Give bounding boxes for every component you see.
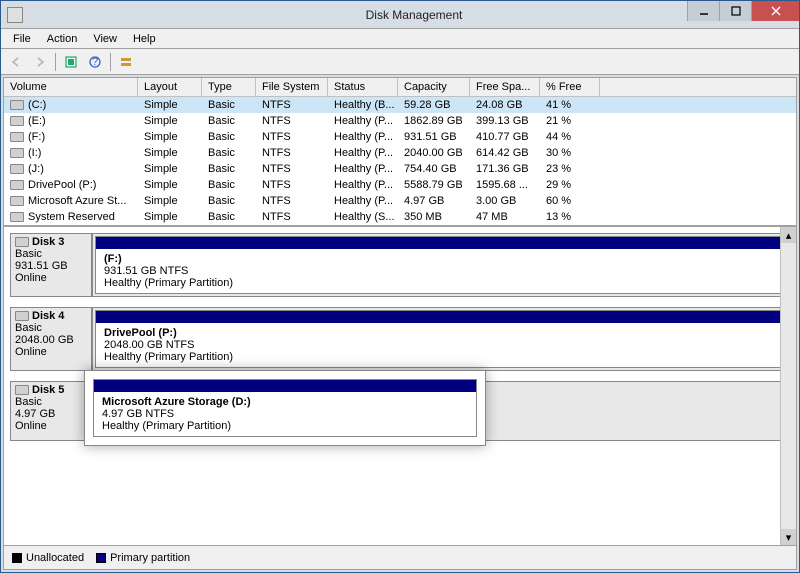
partition[interactable]: DrivePool (P:)2048.00 GB NTFSHealthy (Pr…: [95, 310, 787, 368]
close-button[interactable]: [751, 1, 799, 21]
legend-primary: Primary partition: [96, 552, 190, 564]
col-volume[interactable]: Volume: [4, 78, 138, 96]
menu-view[interactable]: View: [85, 31, 125, 47]
drive-icon: [10, 148, 24, 158]
vertical-scrollbar[interactable]: ▴ ▾: [780, 227, 796, 545]
table-row[interactable]: (I:)SimpleBasicNTFSHealthy (P...2040.00 …: [4, 145, 796, 161]
svg-text:?: ?: [92, 56, 98, 68]
col-layout[interactable]: Layout: [138, 78, 202, 96]
disk-partition-area[interactable]: (F:)931.51 GB NTFSHealthy (Primary Parti…: [92, 233, 790, 297]
col-capacity[interactable]: Capacity: [398, 78, 470, 96]
disk-row[interactable]: Disk 4Basic2048.00 GBOnlineDrivePool (P:…: [10, 307, 790, 371]
drive-icon: [10, 180, 24, 190]
legend: Unallocated Primary partition: [4, 545, 796, 569]
partition-title: Microsoft Azure Storage (D:): [102, 396, 468, 408]
legend-unallocated: Unallocated: [12, 552, 84, 564]
col-free[interactable]: Free Spa...: [470, 78, 540, 96]
refresh-button[interactable]: [60, 51, 82, 73]
table-row[interactable]: (F:)SimpleBasicNTFSHealthy (P...931.51 G…: [4, 129, 796, 145]
col-status[interactable]: Status: [328, 78, 398, 96]
maximize-button[interactable]: [719, 1, 751, 21]
disk-partition-area[interactable]: DrivePool (P:)2048.00 GB NTFSHealthy (Pr…: [92, 307, 790, 371]
content-area: Volume Layout Type File System Status Ca…: [3, 77, 797, 570]
settings-button[interactable]: [115, 51, 137, 73]
col-filesystem[interactable]: File System: [256, 78, 328, 96]
menu-file[interactable]: File: [5, 31, 39, 47]
menubar: File Action View Help: [1, 29, 799, 49]
disk-management-window: Disk Management File Action View Help ? …: [0, 0, 800, 573]
toolbar: ?: [1, 49, 799, 75]
menu-action[interactable]: Action: [39, 31, 86, 47]
app-icon: [7, 7, 23, 23]
help-button[interactable]: ?: [84, 51, 106, 73]
back-button[interactable]: [5, 51, 27, 73]
floating-partition-tooltip[interactable]: Microsoft Azure Storage (D:) 4.97 GB NTF…: [84, 370, 486, 446]
drive-icon: [10, 196, 24, 206]
scroll-up-icon[interactable]: ▴: [781, 227, 796, 243]
table-row[interactable]: (E:)SimpleBasicNTFSHealthy (P...1862.89 …: [4, 113, 796, 129]
drive-icon: [10, 164, 24, 174]
partition-status: Healthy (Primary Partition): [102, 420, 468, 432]
minimize-button[interactable]: [687, 1, 719, 21]
forward-button[interactable]: [29, 51, 51, 73]
titlebar[interactable]: Disk Management: [1, 1, 799, 29]
scroll-down-icon[interactable]: ▾: [781, 529, 796, 545]
disk-info: Disk 5Basic4.97 GBOnline: [10, 381, 92, 441]
col-pctfree[interactable]: % Free: [540, 78, 600, 96]
drive-icon: [10, 132, 24, 142]
swatch-unallocated: [12, 553, 22, 563]
table-row[interactable]: (C:)SimpleBasicNTFSHealthy (B...59.28 GB…: [4, 97, 796, 113]
drive-icon: [10, 212, 24, 222]
table-row[interactable]: Microsoft Azure St...SimpleBasicNTFSHeal…: [4, 193, 796, 209]
disk-info: Disk 4Basic2048.00 GBOnline: [10, 307, 92, 371]
menu-help[interactable]: Help: [125, 31, 164, 47]
window-title: Disk Management: [29, 8, 799, 22]
drive-icon: [10, 116, 24, 126]
disk-header-icon: Disk 3: [15, 236, 87, 248]
partition[interactable]: (F:)931.51 GB NTFSHealthy (Primary Parti…: [95, 236, 787, 294]
table-row[interactable]: System ReservedSimpleBasicNTFSHealthy (S…: [4, 209, 796, 225]
disk-row[interactable]: Disk 3Basic931.51 GBOnline(F:)931.51 GB …: [10, 233, 790, 297]
drive-icon: [10, 100, 24, 110]
volume-table-header: Volume Layout Type File System Status Ca…: [4, 78, 796, 97]
col-type[interactable]: Type: [202, 78, 256, 96]
table-row[interactable]: DrivePool (P:)SimpleBasicNTFSHealthy (P.…: [4, 177, 796, 193]
swatch-primary: [96, 553, 106, 563]
partition-size-fs: 4.97 GB NTFS: [102, 408, 468, 420]
partition-header-bar: [94, 380, 476, 392]
volume-table: Volume Layout Type File System Status Ca…: [4, 78, 796, 227]
disk-header-icon: Disk 5: [15, 384, 87, 396]
disk-header-icon: Disk 4: [15, 310, 87, 322]
disk-info: Disk 3Basic931.51 GBOnline: [10, 233, 92, 297]
table-row[interactable]: (J:)SimpleBasicNTFSHealthy (P...754.40 G…: [4, 161, 796, 177]
